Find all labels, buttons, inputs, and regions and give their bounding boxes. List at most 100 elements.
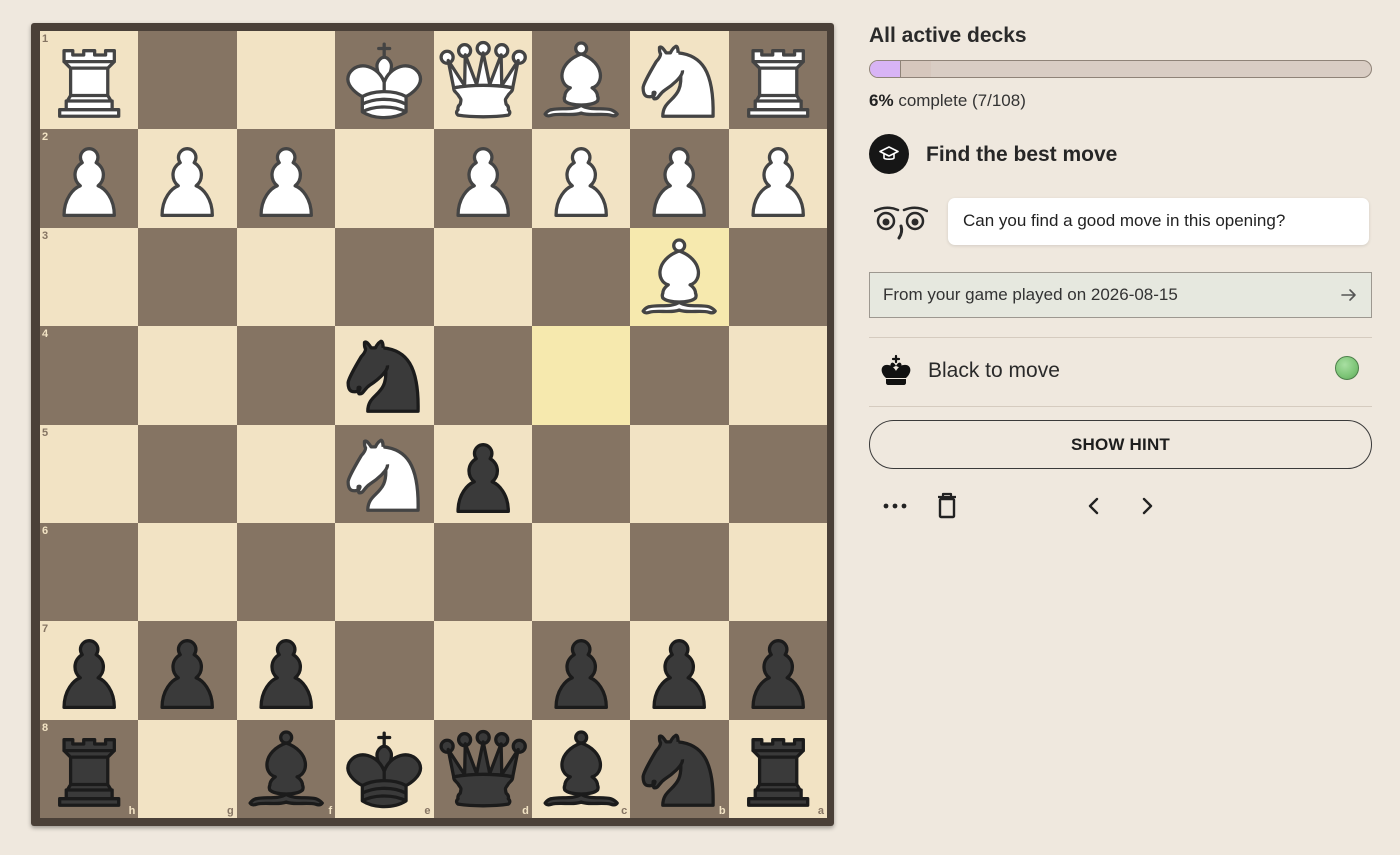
black-pawn-icon[interactable]	[40, 621, 138, 719]
square-f1[interactable]	[236, 31, 336, 130]
white-queen-icon[interactable]	[434, 31, 532, 129]
square-c1[interactable]	[531, 31, 631, 130]
square-c4[interactable]	[531, 326, 631, 425]
white-bishop-icon[interactable]	[630, 228, 728, 326]
square-f4[interactable]	[236, 326, 336, 425]
square-a3[interactable]	[728, 227, 827, 327]
white-knight-icon[interactable]	[335, 425, 433, 523]
black-pawn-icon[interactable]	[532, 621, 630, 719]
square-d1[interactable]	[433, 31, 532, 130]
square-c5[interactable]	[531, 424, 631, 523]
square-g7[interactable]	[138, 621, 237, 720]
square-b7[interactable]	[630, 621, 729, 720]
square-e7[interactable]	[335, 621, 434, 720]
white-pawn-icon[interactable]	[729, 129, 827, 227]
square-d5[interactable]	[433, 424, 532, 523]
square-d3[interactable]	[433, 227, 532, 327]
square-f3[interactable]	[236, 227, 336, 327]
square-b1[interactable]	[630, 31, 729, 130]
square-a5[interactable]	[728, 424, 827, 523]
square-h5[interactable]: 5	[40, 424, 139, 523]
black-king-icon[interactable]	[335, 720, 433, 818]
square-a2[interactable]	[728, 129, 827, 228]
white-rook-icon[interactable]	[40, 31, 138, 129]
square-h7[interactable]: 7	[40, 621, 139, 720]
square-f6[interactable]	[236, 522, 336, 622]
white-pawn-icon[interactable]	[630, 129, 728, 227]
black-queen-icon[interactable]	[434, 720, 532, 818]
square-e8[interactable]: e	[335, 719, 434, 818]
square-a1[interactable]	[728, 31, 827, 130]
white-pawn-icon[interactable]	[237, 129, 335, 227]
square-g2[interactable]	[138, 129, 237, 228]
square-h3[interactable]: 3	[40, 227, 139, 327]
square-d6[interactable]	[433, 522, 532, 622]
square-h8[interactable]: 8h	[40, 719, 139, 818]
square-e5[interactable]	[335, 424, 434, 523]
black-knight-icon[interactable]	[630, 720, 728, 818]
square-a6[interactable]	[728, 522, 827, 622]
white-pawn-icon[interactable]	[434, 129, 532, 227]
square-c7[interactable]	[531, 621, 631, 720]
square-d7[interactable]	[433, 621, 532, 720]
square-b8[interactable]: b	[630, 719, 729, 818]
square-f7[interactable]	[236, 621, 336, 720]
square-d8[interactable]: d	[433, 719, 532, 818]
chess-board[interactable]: 123 4 5 6 78h gfedcba	[40, 31, 827, 818]
square-h1[interactable]: 1	[40, 31, 139, 130]
black-knight-icon[interactable]	[335, 326, 433, 424]
more-button[interactable]	[877, 488, 913, 524]
square-e4[interactable]	[335, 326, 434, 425]
square-b5[interactable]	[630, 424, 729, 523]
black-pawn-icon[interactable]	[434, 425, 532, 523]
square-a8[interactable]: a	[728, 719, 827, 818]
square-h6[interactable]: 6	[40, 522, 139, 622]
white-pawn-icon[interactable]	[40, 129, 138, 227]
white-bishop-icon[interactable]	[532, 31, 630, 129]
square-g8[interactable]: g	[138, 719, 237, 818]
square-e1[interactable]	[335, 31, 434, 130]
square-d4[interactable]	[433, 326, 532, 425]
square-c6[interactable]	[531, 522, 631, 622]
black-pawn-icon[interactable]	[237, 621, 335, 719]
black-rook-icon[interactable]	[40, 720, 138, 818]
square-g4[interactable]	[138, 326, 237, 425]
square-c8[interactable]: c	[531, 719, 631, 818]
square-g5[interactable]	[138, 424, 237, 523]
square-g6[interactable]	[138, 522, 237, 622]
black-pawn-icon[interactable]	[138, 621, 236, 719]
black-pawn-icon[interactable]	[729, 621, 827, 719]
square-e3[interactable]	[335, 227, 434, 327]
square-f5[interactable]	[236, 424, 336, 523]
square-f8[interactable]: f	[236, 719, 336, 818]
square-g3[interactable]	[138, 227, 237, 327]
square-c3[interactable]	[531, 227, 631, 327]
black-pawn-icon[interactable]	[630, 621, 728, 719]
square-b6[interactable]	[630, 522, 729, 622]
black-bishop-icon[interactable]	[532, 720, 630, 818]
square-a7[interactable]	[728, 621, 827, 720]
black-bishop-icon[interactable]	[237, 720, 335, 818]
show-hint-button[interactable]: SHOW HINT	[869, 420, 1372, 469]
square-b3[interactable]	[630, 227, 729, 327]
square-b2[interactable]	[630, 129, 729, 228]
square-g1[interactable]	[138, 31, 237, 130]
square-h4[interactable]: 4	[40, 326, 139, 425]
square-c2[interactable]	[531, 129, 631, 228]
square-f2[interactable]	[236, 129, 336, 228]
black-rook-icon[interactable]	[729, 720, 827, 818]
game-source-link[interactable]: From your game played on 2026-08-15	[869, 272, 1372, 318]
white-rook-icon[interactable]	[729, 31, 827, 129]
square-e2[interactable]	[335, 129, 434, 228]
white-king-icon[interactable]	[335, 31, 433, 129]
white-knight-icon[interactable]	[630, 31, 728, 129]
delete-button[interactable]	[929, 488, 965, 524]
previous-button[interactable]	[1076, 488, 1112, 524]
square-e6[interactable]	[335, 522, 434, 622]
white-pawn-icon[interactable]	[532, 129, 630, 227]
square-h2[interactable]: 2	[40, 129, 139, 228]
square-a4[interactable]	[728, 326, 827, 425]
white-pawn-icon[interactable]	[138, 129, 236, 227]
square-b4[interactable]	[630, 326, 729, 425]
square-d2[interactable]	[433, 129, 532, 228]
